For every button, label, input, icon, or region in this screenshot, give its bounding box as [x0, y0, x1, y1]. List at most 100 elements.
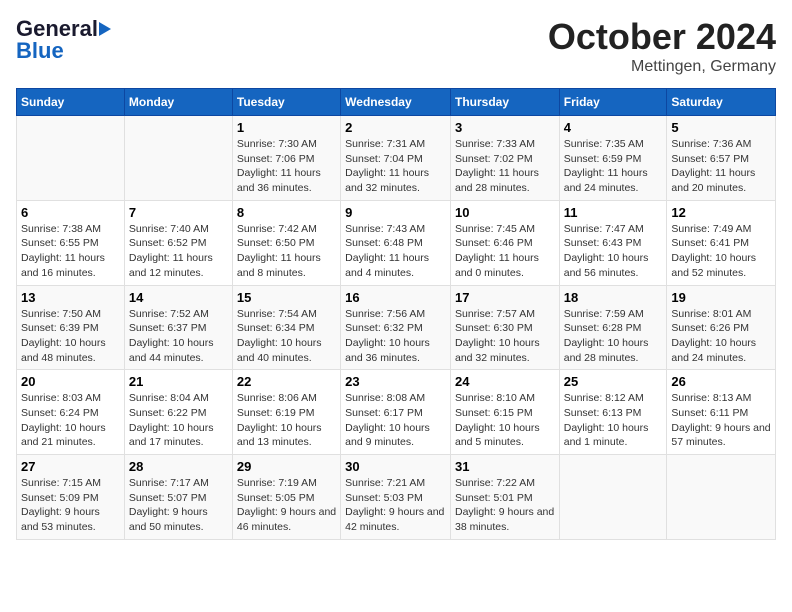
day-info: Sunrise: 7:54 AMSunset: 6:34 PMDaylight:…: [237, 307, 336, 366]
day-number: 16: [345, 290, 446, 305]
day-info: Sunrise: 7:30 AMSunset: 7:06 PMDaylight:…: [237, 137, 336, 196]
calendar-header-row: SundayMondayTuesdayWednesdayThursdayFrid…: [17, 89, 776, 116]
day-number: 15: [237, 290, 336, 305]
calendar-week-1: 1 Sunrise: 7:30 AMSunset: 7:06 PMDaylight…: [17, 116, 776, 201]
calendar-cell: 6 Sunrise: 7:38 AMSunset: 6:55 PMDaylight…: [17, 200, 125, 285]
calendar-cell: 14 Sunrise: 7:52 AMSunset: 6:37 PMDayligh…: [124, 285, 232, 370]
day-info: Sunrise: 7:52 AMSunset: 6:37 PMDaylight:…: [129, 307, 228, 366]
col-header-thursday: Thursday: [450, 89, 559, 116]
calendar-cell: 15 Sunrise: 7:54 AMSunset: 6:34 PMDayligh…: [232, 285, 340, 370]
day-number: 11: [564, 205, 663, 220]
day-number: 2: [345, 120, 446, 135]
day-number: 31: [455, 459, 555, 474]
calendar-cell: 24 Sunrise: 8:10 AMSunset: 6:15 PMDayligh…: [450, 370, 559, 455]
day-number: 28: [129, 459, 228, 474]
calendar-cell: 23Sunrise: 8:08 AMSunset: 6:17 PMDayligh…: [341, 370, 451, 455]
col-header-sunday: Sunday: [17, 89, 125, 116]
day-number: 5: [671, 120, 771, 135]
day-number: 4: [564, 120, 663, 135]
day-number: 25: [564, 374, 663, 389]
day-info: Sunrise: 7:21 AMSunset: 5:03 PMDaylight:…: [345, 476, 446, 535]
day-number: 21: [129, 374, 228, 389]
day-number: 7: [129, 205, 228, 220]
day-info: Sunrise: 7:43 AMSunset: 6:48 PMDaylight:…: [345, 222, 446, 281]
day-number: 6: [21, 205, 120, 220]
day-number: 17: [455, 290, 555, 305]
calendar-cell: 29 Sunrise: 7:19 AMSunset: 5:05 PMDayligh…: [232, 455, 340, 540]
day-info: Sunrise: 8:12 AMSunset: 6:13 PMDaylight:…: [564, 391, 663, 450]
col-header-saturday: Saturday: [667, 89, 776, 116]
logo-arrow-icon: [99, 22, 111, 36]
day-info: Sunrise: 7:40 AMSunset: 6:52 PMDaylight:…: [129, 222, 228, 281]
day-number: 20: [21, 374, 120, 389]
calendar-week-2: 6 Sunrise: 7:38 AMSunset: 6:55 PMDaylight…: [17, 200, 776, 285]
calendar-cell: 8Sunrise: 7:42 AMSunset: 6:50 PMDaylight…: [232, 200, 340, 285]
calendar-cell: 20Sunrise: 8:03 AMSunset: 6:24 PMDayligh…: [17, 370, 125, 455]
calendar-cell: 1 Sunrise: 7:30 AMSunset: 7:06 PMDaylight…: [232, 116, 340, 201]
day-info: Sunrise: 8:06 AMSunset: 6:19 PMDaylight:…: [237, 391, 336, 450]
calendar-cell: 26 Sunrise: 8:13 AMSunset: 6:11 PMDayligh…: [667, 370, 776, 455]
col-header-wednesday: Wednesday: [341, 89, 451, 116]
day-info: Sunrise: 8:10 AMSunset: 6:15 PMDaylight:…: [455, 391, 555, 450]
calendar-cell: 28 Sunrise: 7:17 AMSunset: 5:07 PMDayligh…: [124, 455, 232, 540]
day-info: Sunrise: 7:15 AMSunset: 5:09 PMDaylight:…: [21, 476, 120, 535]
day-info: Sunrise: 8:04 AMSunset: 6:22 PMDaylight:…: [129, 391, 228, 450]
day-info: Sunrise: 7:17 AMSunset: 5:07 PMDaylight:…: [129, 476, 228, 535]
calendar-cell: 18Sunrise: 7:59 AMSunset: 6:28 PMDayligh…: [559, 285, 667, 370]
day-info: Sunrise: 7:22 AMSunset: 5:01 PMDaylight:…: [455, 476, 555, 535]
calendar-cell: 17 Sunrise: 7:57 AMSunset: 6:30 PMDayligh…: [450, 285, 559, 370]
col-header-friday: Friday: [559, 89, 667, 116]
calendar-cell: 5Sunrise: 7:36 AMSunset: 6:57 PMDaylight…: [667, 116, 776, 201]
day-number: 14: [129, 290, 228, 305]
day-info: Sunrise: 7:31 AMSunset: 7:04 PMDaylight:…: [345, 137, 446, 196]
day-info: Sunrise: 8:13 AMSunset: 6:11 PMDaylight:…: [671, 391, 771, 450]
day-number: 22: [237, 374, 336, 389]
calendar-cell: 30 Sunrise: 7:21 AMSunset: 5:03 PMDayligh…: [341, 455, 451, 540]
calendar-cell: 21 Sunrise: 8:04 AMSunset: 6:22 PMDayligh…: [124, 370, 232, 455]
day-info: Sunrise: 7:33 AMSunset: 7:02 PMDaylight:…: [455, 137, 555, 196]
calendar-cell: [17, 116, 125, 201]
day-info: Sunrise: 7:38 AMSunset: 6:55 PMDaylight:…: [21, 222, 120, 281]
day-number: 3: [455, 120, 555, 135]
day-number: 23: [345, 374, 446, 389]
calendar-week-3: 13 Sunrise: 7:50 AMSunset: 6:39 PMDayligh…: [17, 285, 776, 370]
day-number: 29: [237, 459, 336, 474]
calendar-cell: 13 Sunrise: 7:50 AMSunset: 6:39 PMDayligh…: [17, 285, 125, 370]
calendar-cell: 19Sunrise: 8:01 AMSunset: 6:26 PMDayligh…: [667, 285, 776, 370]
calendar-cell: 9Sunrise: 7:43 AMSunset: 6:48 PMDaylight…: [341, 200, 451, 285]
logo-blue: Blue: [16, 38, 64, 64]
day-info: Sunrise: 7:49 AMSunset: 6:41 PMDaylight:…: [671, 222, 771, 281]
calendar-cell: 10 Sunrise: 7:45 AMSunset: 6:46 PMDayligh…: [450, 200, 559, 285]
calendar-cell: 12 Sunrise: 7:49 AMSunset: 6:41 PMDayligh…: [667, 200, 776, 285]
calendar-cell: [667, 455, 776, 540]
day-info: Sunrise: 7:45 AMSunset: 6:46 PMDaylight:…: [455, 222, 555, 281]
page-header: General Blue October 2024 Mettingen, Ger…: [16, 16, 776, 76]
calendar-week-4: 20Sunrise: 8:03 AMSunset: 6:24 PMDayligh…: [17, 370, 776, 455]
col-header-tuesday: Tuesday: [232, 89, 340, 116]
day-number: 30: [345, 459, 446, 474]
calendar-cell: [559, 455, 667, 540]
day-number: 13: [21, 290, 120, 305]
day-info: Sunrise: 7:57 AMSunset: 6:30 PMDaylight:…: [455, 307, 555, 366]
calendar-cell: 25 Sunrise: 8:12 AMSunset: 6:13 PMDayligh…: [559, 370, 667, 455]
day-number: 10: [455, 205, 555, 220]
calendar-cell: 2 Sunrise: 7:31 AMSunset: 7:04 PMDaylight…: [341, 116, 451, 201]
logo: General Blue: [16, 16, 111, 64]
col-header-monday: Monday: [124, 89, 232, 116]
day-info: Sunrise: 7:50 AMSunset: 6:39 PMDaylight:…: [21, 307, 120, 366]
day-info: Sunrise: 7:47 AMSunset: 6:43 PMDaylight:…: [564, 222, 663, 281]
day-number: 26: [671, 374, 771, 389]
day-number: 1: [237, 120, 336, 135]
day-number: 8: [237, 205, 336, 220]
title-block: October 2024 Mettingen, Germany: [548, 16, 776, 76]
day-number: 12: [671, 205, 771, 220]
calendar-table: SundayMondayTuesdayWednesdayThursdayFrid…: [16, 88, 776, 540]
day-number: 18: [564, 290, 663, 305]
day-info: Sunrise: 7:19 AMSunset: 5:05 PMDaylight:…: [237, 476, 336, 535]
calendar-cell: 11 Sunrise: 7:47 AMSunset: 6:43 PMDayligh…: [559, 200, 667, 285]
calendar-week-5: 27 Sunrise: 7:15 AMSunset: 5:09 PMDayligh…: [17, 455, 776, 540]
day-number: 24: [455, 374, 555, 389]
month-title: October 2024: [548, 16, 776, 58]
day-number: 27: [21, 459, 120, 474]
calendar-cell: 3 Sunrise: 7:33 AMSunset: 7:02 PMDaylight…: [450, 116, 559, 201]
